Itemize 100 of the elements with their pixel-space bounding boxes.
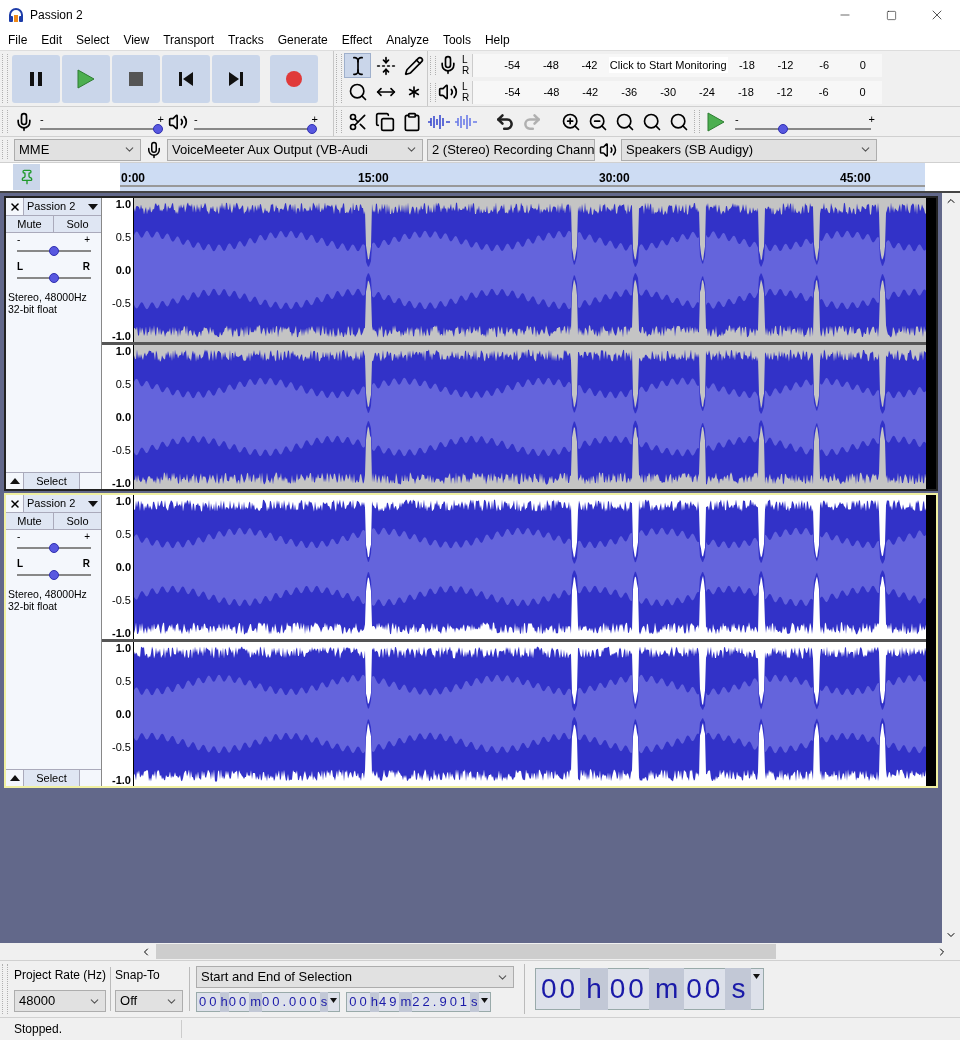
pan-right-label: R: [82, 262, 90, 272]
amplitude-scale-label: -1.0: [112, 477, 131, 489]
menu-item[interactable]: Generate: [270, 31, 335, 49]
menu-item[interactable]: File: [1, 31, 35, 49]
caret-icon: [480, 998, 488, 1003]
time-display[interactable]: 00 h49 m22.901 s: [346, 992, 491, 1012]
amplitude-scale-label: 0.5: [115, 528, 131, 540]
ruler-label: 0:00: [121, 170, 146, 187]
menu-item[interactable]: Transport: [156, 31, 222, 49]
project-rate-label: Project Rate (Hz): [14, 967, 107, 984]
time-digits: 22.901: [412, 993, 471, 1012]
track-menu-button[interactable]: Passion 2: [24, 495, 101, 512]
menu-item[interactable]: Tracks: [221, 31, 271, 49]
channel-label: R: [462, 92, 471, 103]
microphone-icon: [145, 140, 163, 159]
slider-min-label: -: [194, 113, 198, 124]
slider-thumb[interactable]: [153, 123, 163, 134]
snap-to-dropdown[interactable]: Off: [115, 990, 184, 1012]
meter-tick-label: -18: [736, 84, 755, 100]
recording-device-dropdown[interactable]: VoiceMeeter Aux Output (VB-Audi: [167, 138, 423, 161]
waveform-icon: [427, 113, 450, 130]
track-menu-button[interactable]: Passion 2: [24, 198, 101, 215]
time-unit: h: [219, 992, 229, 1012]
time-unit: m: [249, 992, 263, 1012]
status-text: Stopped.: [14, 1020, 182, 1038]
time-digits: 00: [540, 972, 580, 1006]
caret-icon: [330, 998, 338, 1003]
stop-button[interactable]: [112, 54, 160, 103]
time-digits: 00: [685, 972, 725, 1006]
track-info-text: Stereo, 48000Hz: [8, 588, 88, 600]
dropdown-triangle-icon: [88, 203, 98, 210]
ruler-label: 45:00: [840, 170, 871, 187]
audio-host-dropdown[interactable]: MME: [14, 138, 141, 161]
waveform-icon: [454, 113, 477, 130]
pause-button[interactable]: [12, 54, 60, 103]
slider-max-label: +: [311, 113, 318, 124]
slider-thumb[interactable]: [49, 273, 59, 283]
undo-icon: [494, 111, 515, 132]
menu-item[interactable]: View: [116, 31, 157, 49]
tool-button[interactable]: [344, 53, 371, 78]
level-meter[interactable]: -54 -48 -42 Click to Start Monitoring -18 -12 -6 0: [472, 53, 882, 77]
channel-label: L: [462, 81, 469, 92]
slider-thumb[interactable]: [49, 570, 59, 580]
scissors-icon: [347, 111, 368, 132]
menu-item[interactable]: Edit: [34, 31, 70, 49]
project-rate-dropdown[interactable]: 48000: [14, 990, 106, 1012]
recording-channels-dropdown[interactable]: 2 (Stereo) Recording Chann: [427, 138, 595, 161]
track-info-text: Stereo, 48000Hz: [8, 291, 88, 303]
solo-button[interactable]: Solo: [54, 513, 101, 529]
stop-icon: [129, 71, 143, 86]
mute-button[interactable]: Mute: [6, 513, 54, 529]
vertical-scrollbar[interactable]: [942, 193, 960, 943]
playback-device-dropdown[interactable]: Speakers (SB Audigy): [621, 138, 877, 161]
skip-to-start-icon: [179, 71, 193, 86]
time-digits: 00: [199, 993, 220, 1012]
menu-item[interactable]: Analyze: [379, 31, 436, 49]
record-button[interactable]: [270, 54, 318, 103]
menu-item[interactable]: Select: [69, 31, 117, 49]
monitoring-prompt[interactable]: Click to Start Monitoring: [608, 56, 728, 74]
meter-tick-label: -42: [581, 84, 600, 100]
skip-to-end-button[interactable]: [212, 54, 260, 103]
time-unit: m: [648, 968, 685, 1010]
time-unit: h: [369, 992, 379, 1012]
channel-label: R: [462, 65, 471, 76]
selection-mode-dropdown[interactable]: Start and End of Selection: [196, 966, 515, 988]
meter-tick-label: -54: [503, 57, 522, 73]
select-button[interactable]: Select: [24, 770, 80, 786]
amplitude-scale-label: 0.0: [115, 561, 131, 573]
time-unit: s: [470, 992, 479, 1012]
pan-left-label: L: [17, 559, 24, 569]
skip-to-end-icon: [229, 71, 243, 86]
redo-icon: [521, 111, 542, 132]
amplitude-scale-label: 1.0: [115, 198, 131, 210]
skip-to-start-button[interactable]: [162, 54, 210, 103]
slider-thumb[interactable]: [307, 123, 317, 134]
close-icon: [8, 497, 21, 510]
menu-item[interactable]: Help: [477, 31, 517, 49]
pause-icon: [28, 70, 44, 87]
solo-button[interactable]: Solo: [54, 216, 101, 232]
slider-thumb[interactable]: [49, 246, 59, 256]
magnifier-icon: [641, 111, 662, 132]
select-button[interactable]: Select: [24, 473, 80, 489]
slider-min-label: -: [17, 235, 21, 245]
time-display[interactable]: 00 h 00 m 00 s: [535, 968, 765, 1010]
track-info-text: 32-bit float: [8, 600, 59, 612]
timeline-ruler[interactable]: 0:00 15:00 30:00 45:00: [120, 163, 925, 191]
record-icon: [286, 70, 302, 87]
slider-thumb[interactable]: [49, 543, 59, 553]
meter-tick-label: -30: [659, 84, 678, 100]
meter-tick-label: -12: [775, 84, 794, 100]
mute-button[interactable]: Mute: [6, 216, 54, 232]
slider-min-label: -: [17, 532, 21, 542]
slider-thumb[interactable]: [777, 123, 788, 134]
collapse-triangle-icon: [9, 478, 20, 484]
pin-button[interactable]: [13, 164, 40, 190]
time-unit: m: [399, 992, 413, 1012]
level-meter[interactable]: -54 -48 -42 -36 -30 -24 -18 -12 -6 0: [472, 80, 882, 104]
menu-item[interactable]: Tools: [435, 31, 478, 49]
time-display[interactable]: 00 h00 m00.000 s: [196, 992, 341, 1012]
menu-item[interactable]: Effect: [334, 31, 380, 49]
